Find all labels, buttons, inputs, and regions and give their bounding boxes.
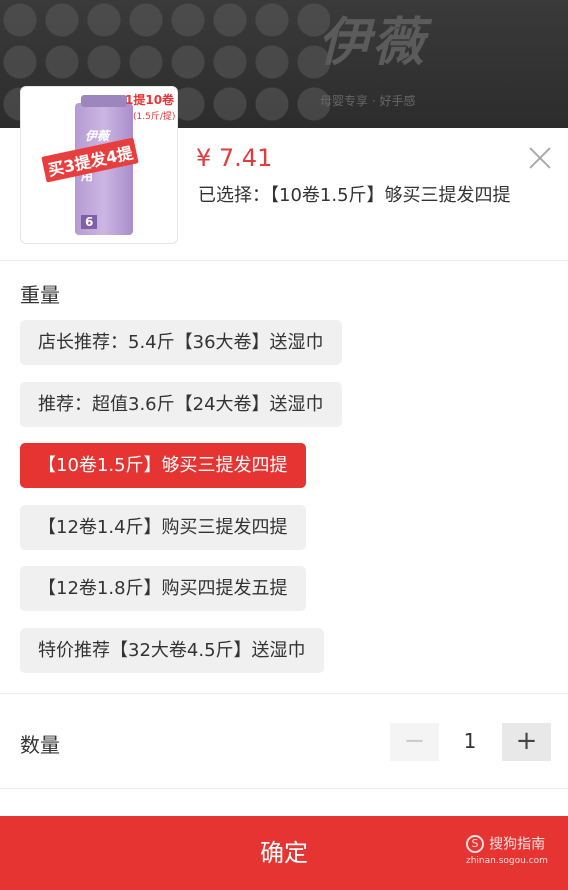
watermark-name: 搜狗指南 [489, 836, 546, 853]
quantity-increase-button[interactable]: + [502, 723, 551, 761]
thumb-badge-sub: (1.5斤/提) [133, 112, 176, 122]
pack-brand: 伊薇 [85, 129, 110, 143]
weight-option-3-selected[interactable]: 【10卷1.5斤】够买三提发四提 [20, 443, 306, 488]
pack-handle [81, 95, 127, 107]
weight-option-5[interactable]: 【12卷1.8斤】购买四提发五提 [20, 566, 306, 611]
sogou-watermark: S 搜狗指南 zhinan.sogou.com [466, 833, 548, 866]
price-label: ¥ 7.41 [196, 144, 273, 172]
backdrop-tagline: 母婴专享 · 好手感 [320, 94, 416, 108]
weight-option-4[interactable]: 【12卷1.4斤】购买三提发四提 [20, 505, 306, 550]
product-thumbnail: 伊薇 母婴适用 6 1提10卷 (1.5斤/提) 买3提发4提 [20, 86, 178, 244]
close-icon[interactable] [526, 144, 554, 172]
pack-count: 6 [81, 215, 98, 229]
weight-section-title: 重量 [20, 283, 60, 307]
weight-option-2[interactable]: 推荐：超值3.6斤【24大卷】送湿巾 [20, 382, 342, 427]
quantity-section-title: 数量 [20, 733, 60, 757]
backdrop-brand-logo: 伊薇 [318, 13, 427, 73]
sogou-logo-icon: S [466, 834, 484, 853]
quantity-value[interactable]: 1 [455, 729, 485, 753]
weight-option-1[interactable]: 店长推荐：5.4斤【36大卷】送湿巾 [20, 320, 342, 365]
thumb-badge-main: 1提10卷 [125, 93, 175, 107]
divider [0, 693, 568, 694]
quantity-decrease-button[interactable]: − [390, 723, 439, 761]
weight-option-6[interactable]: 特价推荐【32大卷4.5斤】送湿巾 [20, 628, 324, 673]
selected-variant-text: 已选择：【10卷1.5斤】够买三提发四提 [198, 185, 511, 206]
watermark-url: zhinan.sogou.com [466, 855, 548, 866]
divider [0, 260, 568, 261]
divider [0, 788, 568, 789]
